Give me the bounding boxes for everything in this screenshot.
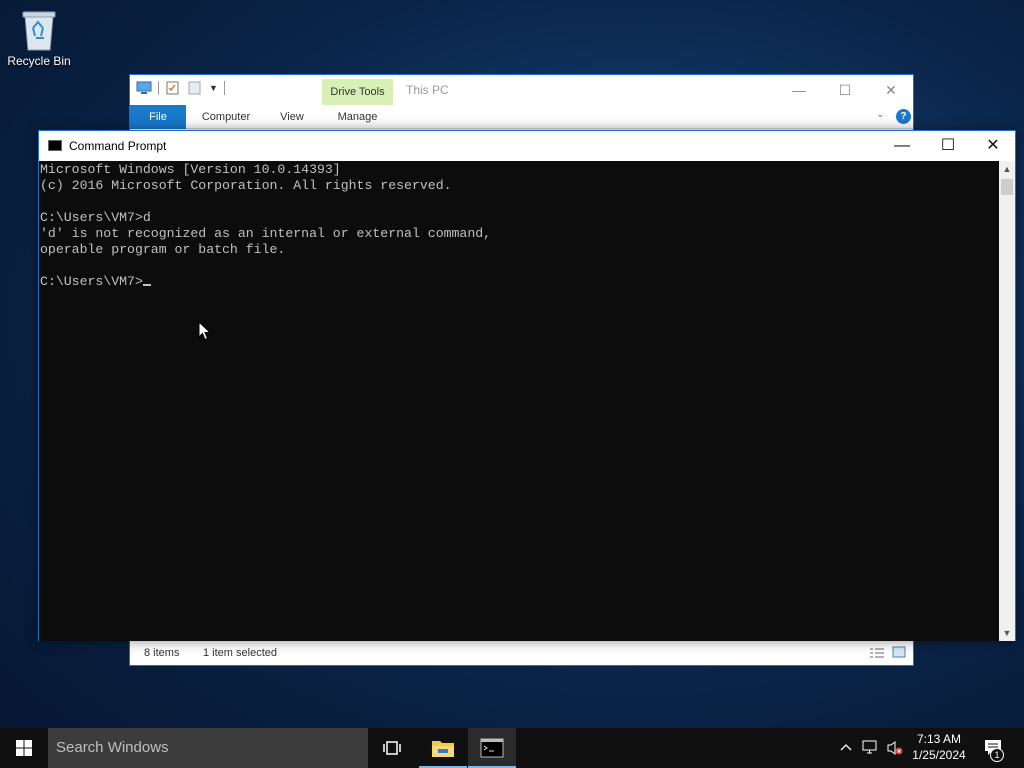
- tab-computer[interactable]: Computer: [190, 105, 262, 129]
- mouse-pointer-icon: [198, 321, 212, 341]
- help-icon[interactable]: ?: [896, 109, 911, 124]
- command-prompt-icon: [48, 140, 62, 151]
- console-line: Microsoft Windows [Version 10.0.14393]: [40, 162, 341, 177]
- explorer-titlebar[interactable]: ▼ Drive Tools This PC — ☐ ✕: [130, 75, 913, 105]
- taskbar-search-box[interactable]: Search Windows: [48, 728, 368, 768]
- volume-muted-icon: [887, 741, 903, 755]
- cmd-titlebar[interactable]: Command Prompt — ☐ ✕: [39, 131, 1015, 161]
- notification-count-badge: 1: [990, 748, 1004, 762]
- tab-view[interactable]: View: [270, 105, 314, 129]
- qat-dropdown-icon[interactable]: ▼: [209, 83, 218, 93]
- large-icons-view-icon[interactable]: [892, 646, 906, 658]
- explorer-minimize-button[interactable]: —: [776, 79, 822, 101]
- windows-logo-icon: [16, 740, 32, 756]
- action-center-button[interactable]: 1: [980, 728, 1020, 768]
- qat-separator: [223, 81, 225, 95]
- status-selected-count: 1 item selected: [203, 647, 277, 659]
- properties-icon[interactable]: [165, 81, 181, 95]
- explorer-maximize-button[interactable]: ☐: [822, 79, 868, 101]
- console-scrollbar[interactable]: ▲ ▼: [999, 161, 1015, 641]
- scroll-down-icon[interactable]: ▼: [999, 625, 1015, 641]
- qat-separator: [158, 81, 159, 95]
- cmd-maximize-button[interactable]: ☐: [925, 131, 971, 161]
- command-prompt-taskbar-button[interactable]: [468, 728, 516, 768]
- console-prompt: C:\Users\VM7>: [40, 274, 143, 289]
- taskbar: Search Windows 7:13 AM 1/25/2024 1: [0, 728, 1024, 768]
- scroll-up-icon[interactable]: ▲: [999, 161, 1015, 177]
- network-icon: [862, 740, 877, 754]
- cmd-close-button[interactable]: ✕: [970, 131, 1016, 161]
- ribbon-expand-icon[interactable]: ⌄: [876, 109, 884, 120]
- chevron-up-icon: [840, 744, 852, 751]
- start-button[interactable]: [0, 728, 48, 768]
- task-view-icon: [383, 741, 401, 755]
- console-line: (c) 2016 Microsoft Corporation. All righ…: [40, 178, 452, 193]
- console-line: 'd' is not recognized as an internal or …: [40, 226, 492, 241]
- console-output[interactable]: Microsoft Windows [Version 10.0.14393] (…: [39, 161, 1000, 641]
- explorer-status-bar: 8 items 1 item selected: [130, 641, 913, 665]
- taskbar-clock[interactable]: 7:13 AM 1/25/2024: [904, 728, 974, 768]
- ribbon-tabs: File Computer View Manage ⌄ ?: [130, 105, 913, 129]
- command-prompt-icon: [480, 738, 504, 758]
- file-explorer-taskbar-button[interactable]: [419, 728, 467, 768]
- new-folder-icon[interactable]: [187, 81, 203, 95]
- clock-time: 7:13 AM: [916, 732, 962, 746]
- folder-icon: [432, 741, 454, 757]
- volume-tray-button[interactable]: [884, 728, 906, 768]
- drive-tools-contextual-header: Drive Tools: [322, 79, 393, 105]
- tab-file[interactable]: File: [130, 105, 186, 129]
- task-view-button[interactable]: [368, 728, 416, 768]
- show-hidden-icons-button[interactable]: [838, 728, 854, 768]
- console-line: operable program or batch file.: [40, 242, 286, 257]
- command-prompt-window[interactable]: Command Prompt — ☐ ✕ Microsoft Windows […: [38, 130, 1016, 641]
- clock-date: 1/25/2024: [912, 748, 966, 762]
- explorer-close-button[interactable]: ✕: [868, 79, 914, 101]
- scroll-thumb[interactable]: [1001, 179, 1013, 195]
- text-cursor: [142, 284, 151, 286]
- recycle-bin-desktop-icon[interactable]: Recycle Bin: [4, 6, 74, 68]
- recycle-bin-label: Recycle Bin: [7, 54, 71, 68]
- cmd-minimize-button[interactable]: —: [879, 131, 925, 161]
- status-item-count: 8 items: [144, 647, 180, 659]
- tab-manage[interactable]: Manage: [322, 105, 393, 129]
- explorer-title: This PC: [406, 83, 449, 97]
- console-line: C:\Users\VM7>d: [40, 210, 151, 225]
- network-tray-button[interactable]: [860, 728, 882, 768]
- details-view-icon[interactable]: [869, 647, 885, 659]
- recycle-bin-icon: [17, 6, 61, 52]
- computer-icon: [136, 81, 152, 94]
- quick-access-toolbar: ▼: [136, 81, 225, 95]
- cmd-title: Command Prompt: [69, 139, 167, 153]
